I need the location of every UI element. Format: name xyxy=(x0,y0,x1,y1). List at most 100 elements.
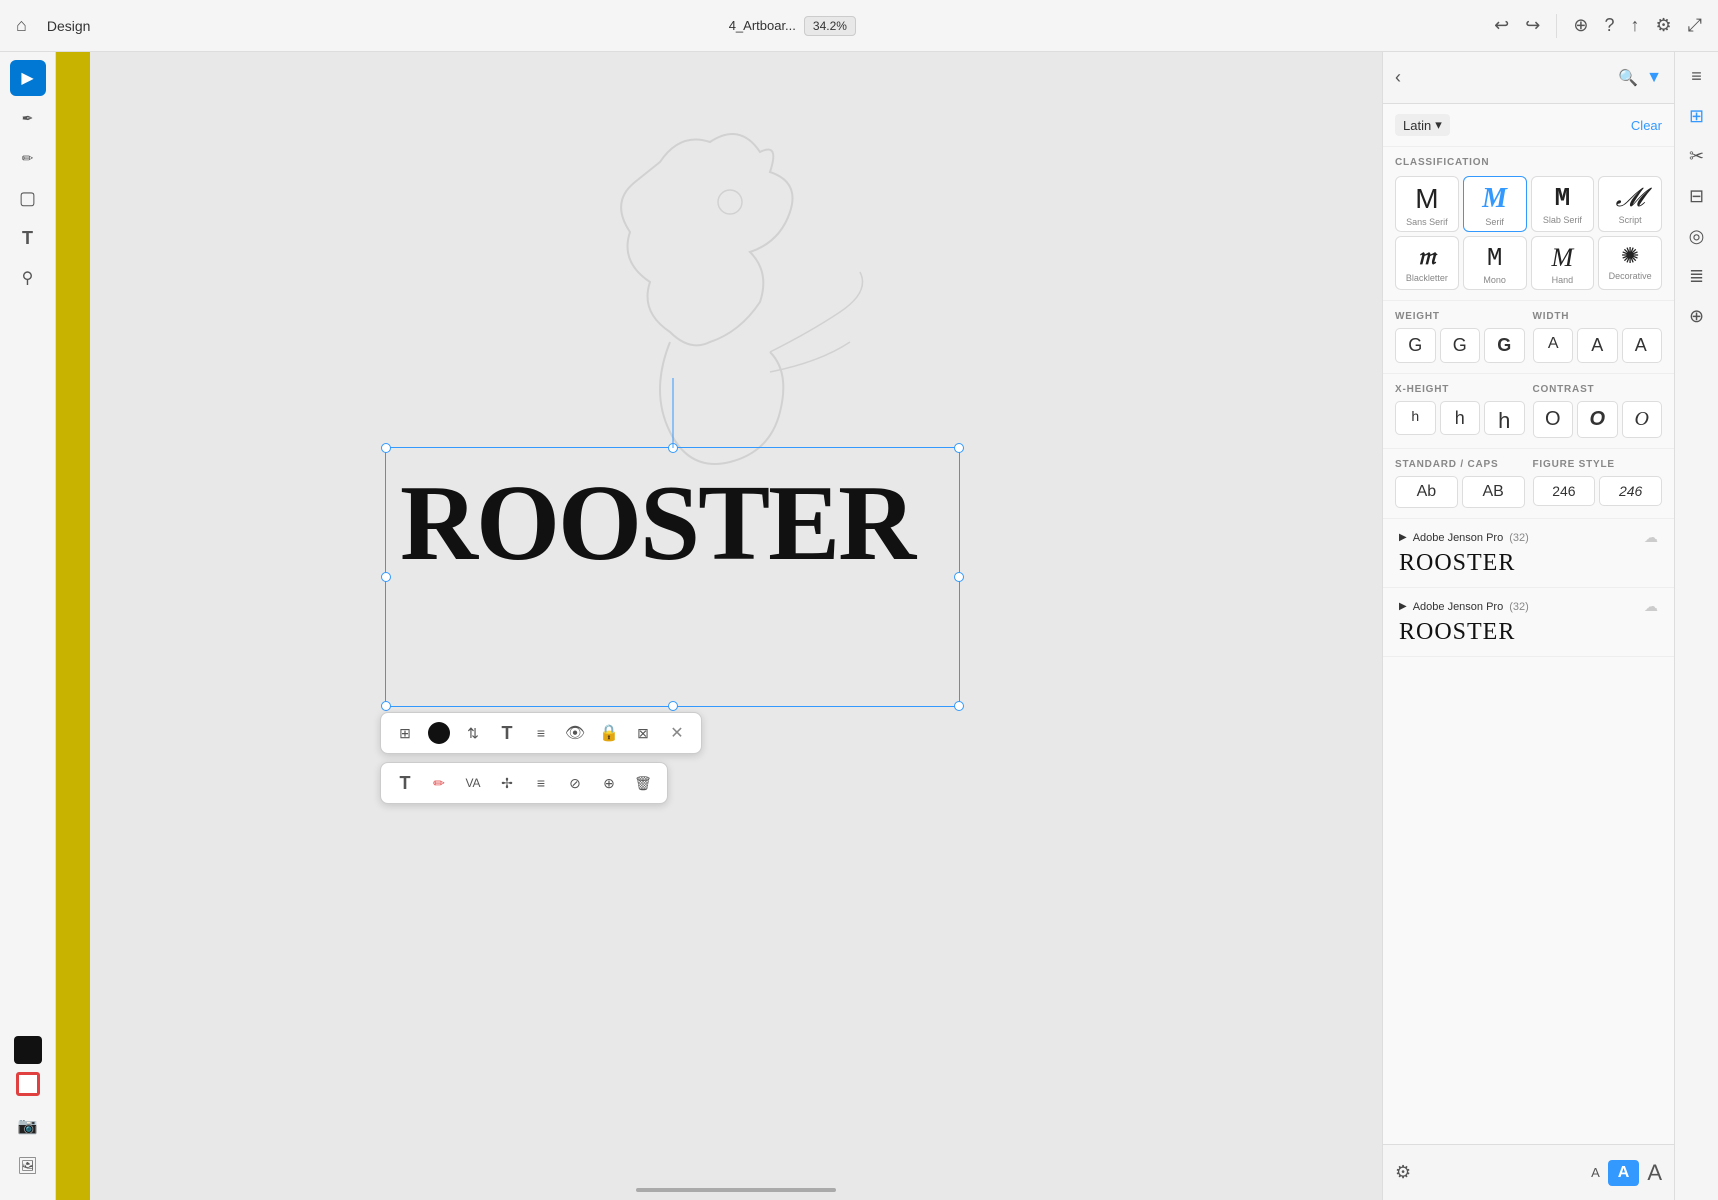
sans-serif-btn[interactable]: M Sans Serif xyxy=(1395,176,1459,232)
stroke-color[interactable] xyxy=(16,1072,40,1096)
xheight-small-btn[interactable]: h xyxy=(1395,401,1436,435)
select-tool[interactable]: ▶ xyxy=(10,60,46,96)
search-icon[interactable]: 🔍 xyxy=(1618,68,1638,88)
expand-icon-1[interactable]: ▶ xyxy=(1399,532,1407,543)
width-normal-btn[interactable]: A xyxy=(1577,328,1618,363)
figure-lining-btn[interactable]: 246 xyxy=(1533,476,1596,506)
mono-btn[interactable]: M Mono xyxy=(1463,236,1527,290)
handle-bm[interactable] xyxy=(668,701,678,711)
xheight-large-btn[interactable]: h xyxy=(1484,401,1525,435)
crop-icon[interactable]: ⊠ xyxy=(627,717,659,749)
magic-icon[interactable]: ⊕ xyxy=(1573,15,1588,36)
scissors-icon[interactable]: ✂ xyxy=(1681,140,1713,172)
expand-icon-2[interactable]: ▶ xyxy=(1399,601,1407,612)
hand-btn[interactable]: M Hand xyxy=(1531,236,1595,290)
handle-bl[interactable] xyxy=(381,701,391,711)
undo-icon[interactable]: ↩ xyxy=(1494,15,1509,36)
image-tool[interactable]: 🖼 xyxy=(10,1148,46,1184)
lock-icon[interactable]: 🔒 xyxy=(593,717,625,749)
scroll-indicator[interactable] xyxy=(636,1188,836,1192)
cloud-icon-2[interactable]: ☁ xyxy=(1644,598,1658,615)
contrast-title: CONTRAST xyxy=(1533,384,1663,395)
back-icon[interactable]: ‹ xyxy=(1395,67,1401,88)
pen-tool[interactable]: ✒ xyxy=(10,100,46,136)
settings-icon[interactable]: ⚙ xyxy=(1655,15,1671,36)
contrast-high-btn[interactable]: O xyxy=(1622,401,1663,438)
fill-color[interactable] xyxy=(14,1036,42,1064)
redo-icon[interactable]: ↪ xyxy=(1525,15,1540,36)
clear-button[interactable]: Clear xyxy=(1631,118,1662,133)
all-caps-btn[interactable]: AB xyxy=(1462,476,1525,508)
blackletter-btn[interactable]: 𝔪 Blackletter xyxy=(1395,236,1459,290)
grid-icon[interactable]: ⊞ xyxy=(389,717,421,749)
font-size-large-btn[interactable]: A xyxy=(1647,1160,1662,1186)
align-icon[interactable]: ≡ xyxy=(525,767,557,799)
text-tool[interactable]: T xyxy=(10,220,46,256)
handle-tr[interactable] xyxy=(954,443,964,453)
visibility-icon[interactable]: 👁 xyxy=(559,717,591,749)
decorative-label: Decorative xyxy=(1609,271,1652,281)
weight-light-btn[interactable]: G xyxy=(1395,328,1436,363)
font-preview-text-2[interactable]: ROOSTER xyxy=(1399,619,1658,646)
shape-tool[interactable]: ▢ xyxy=(10,180,46,216)
paragraph-icon[interactable]: ≡ xyxy=(525,717,557,749)
group-icon[interactable]: ⊕ xyxy=(593,767,625,799)
width-condensed-btn[interactable]: A xyxy=(1533,328,1574,363)
chevron-down-icon: ▾ xyxy=(1435,117,1442,133)
xheight-contrast-section: X-HEIGHT h h h CONTRAST O O O xyxy=(1383,374,1674,449)
handle-tl[interactable] xyxy=(381,443,391,453)
pencil-tool[interactable]: ✏ xyxy=(10,140,46,176)
latin-filter-dropdown[interactable]: Latin ▾ xyxy=(1395,114,1450,136)
filter-active-icon[interactable]: ▼ xyxy=(1646,69,1662,87)
mixed-case-btn[interactable]: Ab xyxy=(1395,476,1458,508)
font-preview-text-1[interactable]: ROOSTER xyxy=(1399,550,1658,577)
fill-black-icon[interactable] xyxy=(423,717,455,749)
font-preview-area: ▶ Adobe Jenson Pro (32) ☁ ROOSTER ▶ Adob… xyxy=(1383,519,1674,1144)
mono-label: Mono xyxy=(1483,275,1506,285)
zoom-level[interactable]: 34.2% xyxy=(804,16,856,36)
layer-order-icon[interactable]: ⇅ xyxy=(457,717,489,749)
width-wide-btn[interactable]: A xyxy=(1622,328,1663,363)
transform-icon[interactable]: ✢ xyxy=(491,767,523,799)
figure-style-title: FIGURE STYLE xyxy=(1533,459,1663,470)
canvas-area[interactable]: ROOSTER ⊞ ⇅ T ≡ 👁 🔒 ⊠ ✕ T ✏ VA ✢ ≡ ⊘ ⊕ 🗑 xyxy=(90,52,1382,1200)
weight-regular-btn[interactable]: G xyxy=(1440,328,1481,363)
font-size-small-btn[interactable]: A xyxy=(1591,1165,1600,1180)
handle-ml[interactable] xyxy=(381,572,391,582)
share-icon[interactable]: ↑ xyxy=(1630,15,1639,36)
minus-icon[interactable]: ⊟ xyxy=(1681,180,1713,212)
text-format-icon[interactable]: T xyxy=(389,767,421,799)
slab-serif-btn[interactable]: M Slab Serif xyxy=(1531,176,1595,232)
camera-tool[interactable]: 📷 xyxy=(10,1108,46,1144)
list-icon[interactable]: ≣ xyxy=(1681,260,1713,292)
va-icon[interactable]: VA xyxy=(457,767,489,799)
figure-oldstyle-btn[interactable]: 246 xyxy=(1599,476,1662,506)
fullscreen-icon[interactable]: ⤢ xyxy=(1688,15,1702,36)
properties-icon[interactable]: ⊞ xyxy=(1681,100,1713,132)
decorative-btn[interactable]: ✺ Decorative xyxy=(1598,236,1662,290)
layers-icon[interactable]: ≡ xyxy=(1681,60,1713,92)
circle-icon[interactable]: ◎ xyxy=(1681,220,1713,252)
add-icon[interactable]: ⊕ xyxy=(1681,300,1713,332)
cloud-icon-1[interactable]: ☁ xyxy=(1644,529,1658,546)
home-icon[interactable]: ⌂ xyxy=(16,15,27,36)
help-icon[interactable]: ? xyxy=(1604,15,1614,36)
contrast-medium-btn[interactable]: O xyxy=(1577,401,1618,438)
close-icon[interactable]: ✕ xyxy=(661,717,693,749)
text-size-icon[interactable]: T xyxy=(491,717,523,749)
font-count-2: (32) xyxy=(1509,601,1529,613)
xheight-medium-btn[interactable]: h xyxy=(1440,401,1481,435)
handle-br[interactable] xyxy=(954,701,964,711)
script-btn[interactable]: 𝓜 Script xyxy=(1598,176,1662,232)
serif-btn[interactable]: M Serif xyxy=(1463,176,1527,232)
delete-icon[interactable]: 🗑 xyxy=(627,767,659,799)
edit-icon[interactable]: ✏ xyxy=(423,767,455,799)
settings-gear-icon[interactable]: ⚙ xyxy=(1395,1162,1411,1183)
contrast-low-btn[interactable]: O xyxy=(1533,401,1574,438)
rooster-text-element[interactable]: ROOSTER xyxy=(400,462,914,586)
weight-bold-btn[interactable]: G xyxy=(1484,328,1525,363)
pin-tool[interactable]: ⚲ xyxy=(10,260,46,296)
font-size-active-btn[interactable]: A xyxy=(1608,1160,1640,1186)
handle-mr[interactable] xyxy=(954,572,964,582)
mask-icon[interactable]: ⊘ xyxy=(559,767,591,799)
